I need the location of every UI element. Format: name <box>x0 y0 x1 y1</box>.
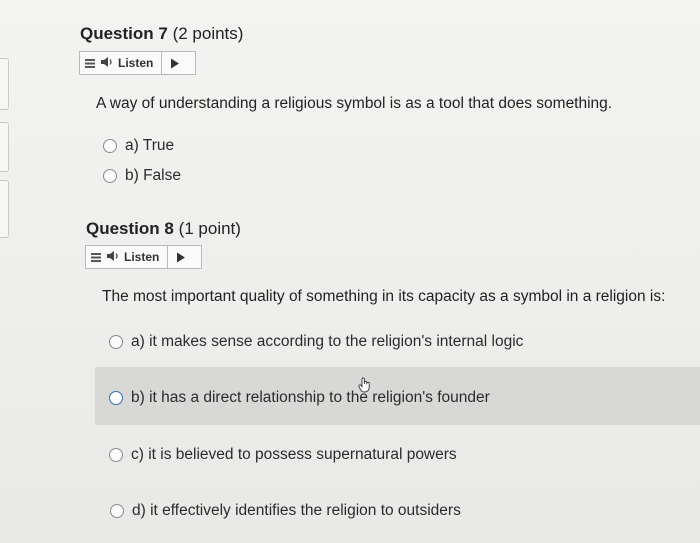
radio-button[interactable] <box>109 335 123 349</box>
quiz-page: Question 7 (2 points) Listen A way of un… <box>0 0 700 543</box>
play-icon <box>177 252 186 262</box>
question-7-option-a[interactable]: a) True <box>103 137 174 155</box>
question-7-prompt: A way of understanding a religious symbo… <box>96 95 613 112</box>
listen-button[interactable]: Listen <box>102 246 169 268</box>
question-8-option-d[interactable]: d) it effectively identifies the religio… <box>110 502 461 520</box>
question-8-option-c[interactable]: c) it is believed to possess supernatura… <box>109 446 457 464</box>
speaker-icon <box>106 250 120 265</box>
radio-button[interactable] <box>110 504 124 518</box>
option-label: b) False <box>125 167 181 184</box>
play-icon <box>171 58 180 68</box>
question-7-option-b[interactable]: b) False <box>103 167 181 185</box>
edge-tab <box>0 122 9 172</box>
listen-button[interactable]: Listen <box>96 52 163 74</box>
radio-button[interactable] <box>103 169 117 183</box>
listen-label: Listen <box>124 250 160 264</box>
question-8-option-a[interactable]: a) it makes sense according to the relig… <box>109 333 523 351</box>
option-label: b) it has a direct relationship to the r… <box>131 389 490 406</box>
option-label: a) True <box>125 137 175 154</box>
listen-label: Listen <box>118 56 154 70</box>
hamburger-icon[interactable] <box>80 52 96 74</box>
radio-button[interactable] <box>103 139 117 153</box>
hamburger-icon[interactable] <box>86 246 102 268</box>
question-7-points: (2 points) <box>167 24 244 43</box>
option-label: a) it makes sense according to the relig… <box>131 333 524 350</box>
question-7-title: Question 7 <box>80 24 168 43</box>
question-8-title: Question 8 <box>86 219 174 238</box>
option-label: d) it effectively identifies the religio… <box>132 502 461 519</box>
question-8-listen-widget: Listen <box>85 245 202 269</box>
option-label: c) it is believed to possess supernatura… <box>131 446 457 463</box>
question-7-heading: Question 7 (2 points) <box>80 24 243 44</box>
hand-pointer-icon <box>358 377 372 398</box>
question-8-prompt: The most important quality of something … <box>102 288 666 305</box>
edge-tab <box>0 58 9 110</box>
play-button[interactable] <box>162 52 188 74</box>
radio-button[interactable] <box>109 391 123 405</box>
speaker-icon <box>100 56 114 71</box>
question-8-option-b[interactable]: b) it has a direct relationship to the r… <box>109 389 490 407</box>
question-8-heading: Question 8 (1 point) <box>86 219 241 239</box>
question-7-listen-widget: Listen <box>79 51 196 75</box>
question-8-points: (1 point) <box>173 219 241 238</box>
play-button[interactable] <box>168 246 194 268</box>
edge-tab <box>0 180 9 238</box>
radio-button[interactable] <box>109 448 123 462</box>
